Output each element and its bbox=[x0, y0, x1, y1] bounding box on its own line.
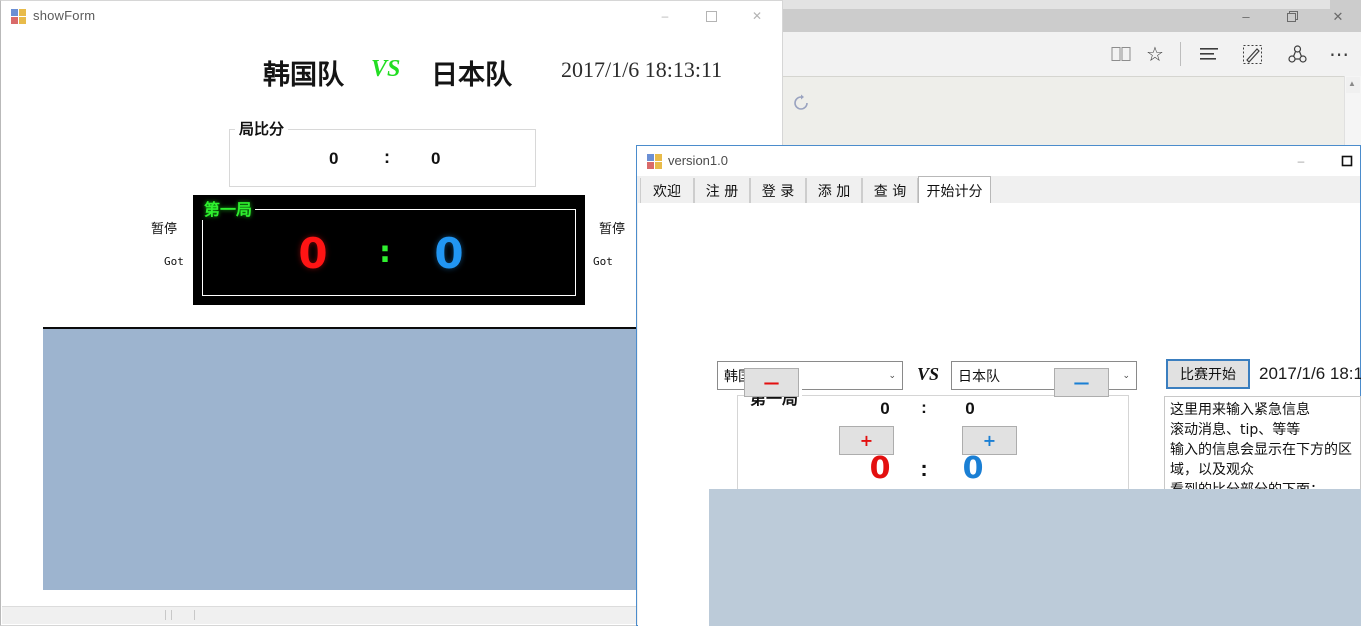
favorites-star-icon[interactable]: ☆ bbox=[1136, 32, 1174, 76]
team-right-name: 日本队 bbox=[431, 60, 512, 91]
set-score-colon: : bbox=[384, 147, 390, 167]
refresh-icon[interactable] bbox=[791, 93, 811, 113]
maximize-icon[interactable] bbox=[1324, 146, 1361, 176]
team-right-select[interactable]: 日本队 ⌄ bbox=[951, 361, 1137, 390]
edge-page-content bbox=[780, 76, 1361, 146]
scroll-up-arrow-icon[interactable]: ▲ bbox=[1348, 79, 1356, 88]
edge-toolbar bbox=[780, 32, 1361, 77]
team-right-select-value: 日本队 bbox=[958, 368, 1000, 385]
show-form-titlebar[interactable]: showForm – ✕ bbox=[1, 1, 782, 31]
viewer-display-panel bbox=[43, 327, 636, 590]
vertical-scrollbar[interactable]: ▲ bbox=[1344, 76, 1361, 148]
set-score-colon: : bbox=[921, 398, 927, 417]
decrement-right-button[interactable]: — bbox=[1054, 368, 1109, 397]
vs-label: VS bbox=[371, 56, 401, 82]
toolbar-divider bbox=[1180, 42, 1181, 66]
chevron-down-icon[interactable]: ⌄ bbox=[888, 371, 896, 381]
set-score-right: 0 bbox=[431, 149, 441, 168]
tab-page-start-scoring: 韩国队 ⌄ VS 日本队 ⌄ 第一局 0 : 0 0 : 0 — — + + 比… bbox=[638, 203, 1361, 626]
tab-add[interactable]: 添 加 bbox=[806, 178, 862, 204]
match-clock: 2017/1/6 18:13 bbox=[1259, 364, 1361, 383]
share-icon[interactable] bbox=[1278, 32, 1316, 76]
show-form-title: showForm bbox=[33, 8, 96, 23]
increment-right-button[interactable]: + bbox=[962, 426, 1017, 455]
set-score-legend: 局比分 bbox=[235, 118, 289, 139]
tab-login[interactable]: 登 录 bbox=[750, 178, 806, 204]
match-clock: 2017/1/6 18:13:11 bbox=[561, 57, 723, 82]
decrement-left-button[interactable]: — bbox=[744, 368, 799, 397]
web-note-icon[interactable] bbox=[1233, 32, 1271, 76]
vs-label: VS bbox=[917, 364, 940, 384]
minimize-icon[interactable]: – bbox=[642, 1, 688, 31]
version-titlebar[interactable]: version1.0 – bbox=[637, 146, 1360, 176]
match-header: 韩国队 VS 日本队 2017/1/6 18:13:11 bbox=[1, 53, 782, 93]
chevron-down-icon[interactable]: ⌄ bbox=[1122, 371, 1130, 381]
minimize-icon[interactable]: – bbox=[1278, 146, 1324, 176]
led-score-right: 0 bbox=[434, 229, 464, 278]
reading-view-icon[interactable] bbox=[1102, 32, 1140, 76]
status-grip bbox=[165, 610, 166, 620]
set-score-left: 0 bbox=[880, 399, 890, 418]
tab-strip: 欢迎 注 册 登 录 添 加 查 询 开始计分 bbox=[638, 176, 1360, 205]
led-scoreboard: 第一局 0 : 0 bbox=[193, 195, 585, 305]
app-icon bbox=[11, 9, 26, 24]
maximize-icon[interactable] bbox=[688, 1, 734, 31]
app-icon bbox=[647, 154, 662, 169]
left-got-label: Got bbox=[164, 255, 184, 268]
version-title: version1.0 bbox=[668, 153, 728, 168]
preview-panel bbox=[709, 489, 1361, 626]
version-window: version1.0 – 欢迎 注 册 登 录 添 加 查 询 开始计分 韩国队… bbox=[636, 145, 1361, 626]
led-score-left: 0 bbox=[298, 229, 328, 278]
right-pause-label: 暂停 bbox=[599, 222, 626, 237]
close-icon[interactable]: ✕ bbox=[1315, 0, 1361, 32]
hub-icon[interactable] bbox=[1190, 32, 1228, 76]
led-score-colon: : bbox=[379, 235, 391, 270]
point-score-left: 0 bbox=[869, 451, 891, 486]
point-score-colon: : bbox=[920, 456, 928, 481]
status-grip bbox=[194, 610, 195, 620]
increment-left-button[interactable]: + bbox=[839, 426, 894, 455]
left-pause-label: 暂停 bbox=[151, 222, 178, 237]
screen: – ✕ ☆ ⋯ ▲ showForm – ✕ 韩国队 VS 日本队 2017/1… bbox=[0, 0, 1361, 626]
start-match-button[interactable]: 比赛开始 bbox=[1166, 359, 1250, 389]
set-score-right: 0 bbox=[965, 399, 975, 418]
tab-register[interactable]: 注 册 bbox=[694, 178, 750, 204]
right-got-label: Got bbox=[593, 255, 613, 268]
minimize-icon[interactable]: – bbox=[1223, 0, 1269, 32]
point-score-right: 0 bbox=[962, 451, 984, 486]
maximize-icon[interactable] bbox=[1269, 0, 1315, 32]
tab-query[interactable]: 查 询 bbox=[862, 178, 918, 204]
team-left-name: 韩国队 bbox=[263, 60, 344, 91]
status-grip bbox=[171, 610, 172, 620]
edge-titlebar: – ✕ bbox=[780, 0, 1361, 32]
tab-welcome[interactable]: 欢迎 bbox=[640, 178, 694, 204]
led-set-legend: 第一局 bbox=[201, 196, 256, 220]
tab-start-scoring[interactable]: 开始计分 bbox=[918, 176, 991, 205]
close-icon[interactable]: ✕ bbox=[734, 1, 780, 31]
set-score-left: 0 bbox=[329, 149, 339, 168]
more-icon[interactable]: ⋯ bbox=[1320, 32, 1358, 76]
